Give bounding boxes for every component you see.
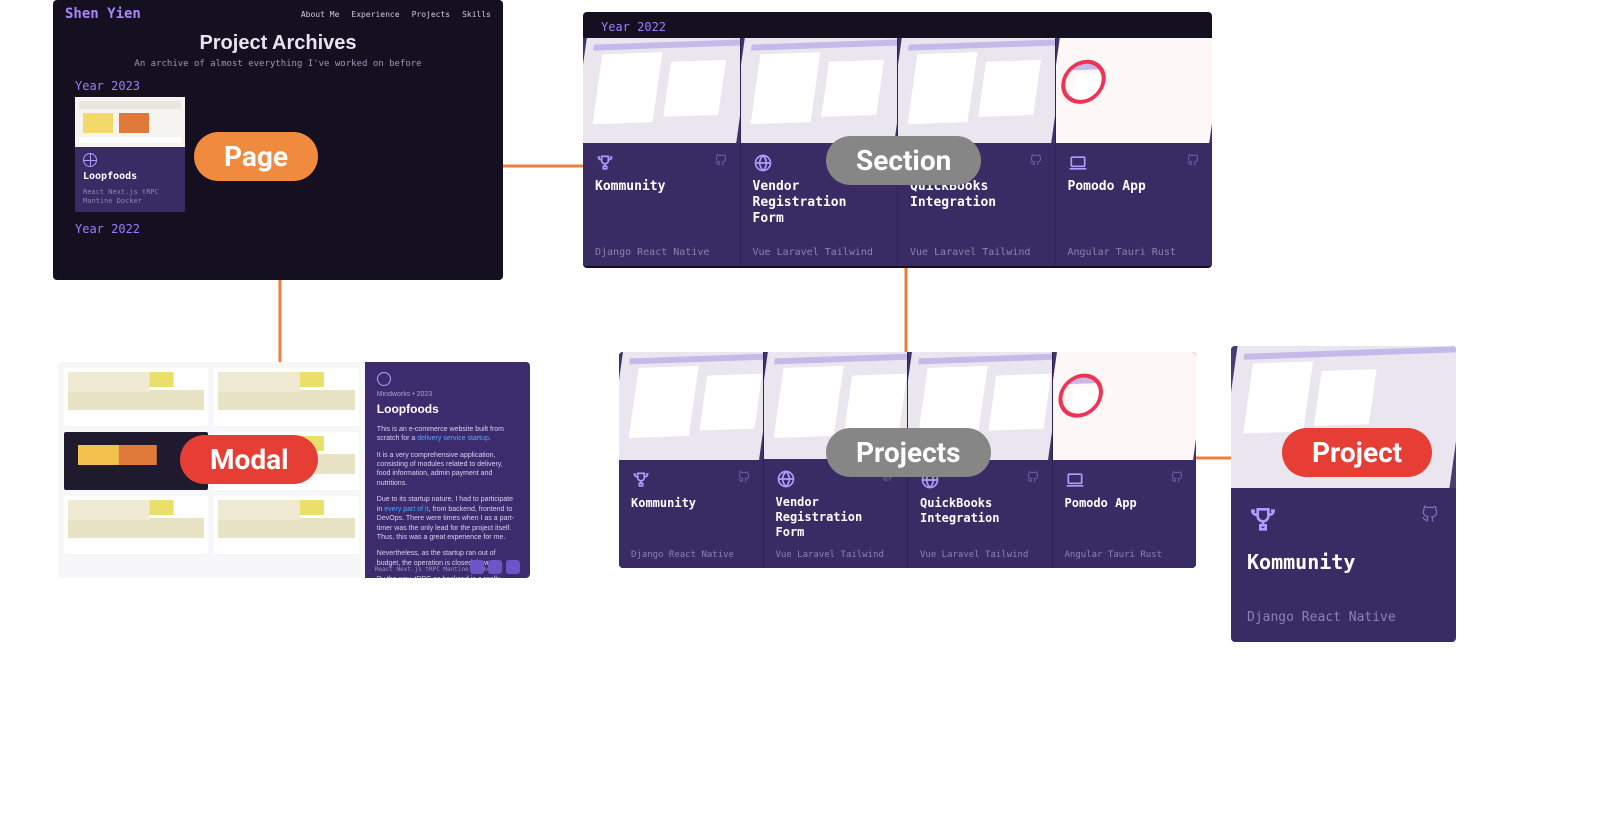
github-icon[interactable] (1420, 504, 1440, 524)
thumbnail (619, 352, 763, 460)
project-card[interactable]: Kommunity Django React Native (619, 352, 764, 568)
nav-item[interactable]: Projects (412, 10, 451, 19)
action-icon[interactable] (470, 560, 484, 574)
project-name: Kommunity (1247, 550, 1440, 574)
project-tags: Django React Native (631, 540, 751, 560)
nav-item[interactable]: Skills (462, 10, 491, 19)
project-name: Loopfoods (83, 171, 177, 182)
modal-paragraph: Due to its startup nature, I had to part… (377, 495, 518, 542)
project-card[interactable]: Pomodo App Angular Tauri Rust (1053, 352, 1197, 568)
thumbnail (898, 38, 1055, 143)
page-subtitle: An archive of almost everything I've wor… (53, 59, 503, 69)
nav-item[interactable]: Experience (351, 10, 399, 19)
project-tags: Angular Tauri Rust (1068, 237, 1201, 258)
thumbnail (741, 38, 898, 143)
project-tags: React Next.js tRPC Mantine Docker (83, 188, 177, 206)
modal-title: Loopfoods (377, 401, 518, 417)
nav: About Me Experience Projects Skills (301, 10, 491, 19)
thumbnail (1053, 352, 1197, 460)
modal-paragraph: It is a very comprehensive application, … (377, 451, 518, 489)
trophy-icon (631, 470, 651, 490)
project-tags: Vue Laravel Tailwind (910, 237, 1043, 258)
link[interactable]: every part of it (384, 506, 428, 513)
laptop-icon (1065, 470, 1085, 490)
breadcrumb: Mindworks • 2023 (377, 390, 518, 399)
trophy-icon (1247, 504, 1279, 536)
thumbnail (75, 97, 185, 147)
link[interactable]: delivery service startup (417, 435, 489, 442)
globe-icon (377, 372, 391, 386)
project-tags: Vue Laravel Tailwind (920, 540, 1040, 560)
project-name: Vendor Registration Form (776, 495, 896, 540)
project-tags: Django React Native (595, 237, 728, 258)
nav-item[interactable]: About Me (301, 10, 340, 19)
project-card[interactable]: Kommunity Django React Native (583, 38, 741, 266)
modal-info: Mindworks • 2023 Loopfoods This is an e-… (365, 362, 530, 578)
thumbnail (583, 38, 740, 143)
modal-paragraph: By the way, tRPC as backend is a really … (377, 575, 518, 578)
project-tags: Vue Laravel Tailwind (753, 237, 886, 258)
project-name: Kommunity (595, 179, 728, 195)
diagram-node-project: Project (1282, 428, 1432, 477)
github-icon[interactable] (1026, 470, 1040, 484)
diagram-node-modal: Modal (180, 435, 318, 484)
project-card[interactable]: Pomodo App Angular Tauri Rust (1056, 38, 1213, 266)
thumbnail (1056, 38, 1213, 143)
project-name: Vendor Registration Form (753, 179, 886, 228)
diagram-node-section: Section (826, 136, 981, 185)
project-tags: Angular Tauri Rust (1065, 540, 1185, 560)
globe-icon (776, 469, 796, 489)
project-name: Pomodo App (1065, 496, 1185, 511)
project-tags: Django React Native (1247, 610, 1440, 625)
github-icon[interactable] (1029, 153, 1043, 167)
brand: Shen Yien (65, 6, 141, 22)
project-panel[interactable]: Kommunity Django React Native (1231, 346, 1456, 642)
year-label: Year 2022 (75, 222, 503, 236)
project-name: Pomodo App (1068, 179, 1201, 195)
year-label: Year 2023 (75, 79, 503, 93)
github-icon[interactable] (1170, 470, 1184, 484)
modal-paragraph: This is an e-commerce website built from… (377, 425, 518, 444)
github-icon[interactable] (714, 153, 728, 167)
globe-icon (753, 153, 773, 173)
modal-icon-bar (470, 560, 520, 574)
gallery-tile[interactable] (64, 496, 208, 554)
trophy-icon (595, 153, 615, 173)
project-name: QuickBooks Integration (920, 496, 1040, 526)
gallery-tile[interactable] (64, 368, 208, 426)
gallery-tile[interactable] (214, 496, 358, 554)
diagram-node-page: Page (194, 132, 318, 181)
project-card[interactable]: Loopfoods React Next.js tRPC Mantine Doc… (75, 97, 185, 212)
action-icon[interactable] (506, 560, 520, 574)
github-icon[interactable] (737, 470, 751, 484)
diagram-node-projects: Projects (826, 428, 991, 477)
year-label: Year 2022 (601, 20, 1212, 34)
page-title: Project Archives (53, 32, 503, 55)
github-icon[interactable] (1186, 153, 1200, 167)
gallery-tile[interactable] (214, 368, 358, 426)
action-icon[interactable] (488, 560, 502, 574)
project-tags: Vue Laravel Tailwind (776, 540, 896, 560)
laptop-icon (1068, 153, 1088, 173)
globe-icon (83, 153, 97, 167)
project-name: Kommunity (631, 496, 751, 511)
